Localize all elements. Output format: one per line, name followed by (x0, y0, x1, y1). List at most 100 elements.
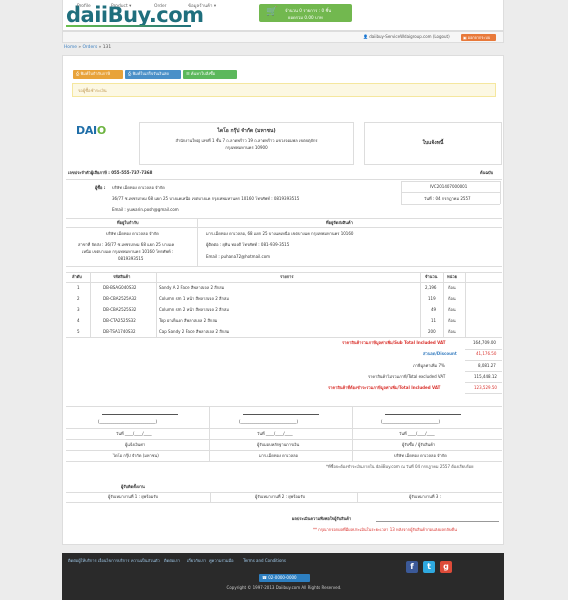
table-cell: 2 (77, 296, 80, 301)
table-cell: 11 (431, 318, 437, 323)
breadcrumb-home[interactable]: Home (64, 45, 77, 50)
table-cell: 49 (431, 307, 437, 312)
sign-date: วันที่ ____/____/____ (399, 431, 435, 436)
nav-product[interactable]: Product ▾ (111, 4, 131, 9)
invoice-date: วันที่ : 04 กรกฎาคม 2557 (424, 196, 471, 201)
table-cell: DB-TSA1740S32 (103, 329, 136, 334)
user-account[interactable]: 👤 daiibuy-ServiceWdaigroup.com (Logout) (363, 34, 450, 40)
table-cell: ก้อน (448, 307, 456, 312)
evaluation-label: ผลประเมินความพึงพอใจผู้รับสินค้า (292, 516, 352, 521)
nav-order[interactable]: Order (154, 4, 166, 9)
table-cell: 200 (428, 329, 436, 334)
sign-party: ไดโอ กรุ๊ป จำกัด (มหาชน) (113, 453, 159, 458)
table-cell: Top ฝาเห็นงก สีพลาสเจล 2 สีกล่ม (159, 318, 218, 323)
customer-address: 36/77 ซ.เพชรเกษม 68 แยก 25 บางแคเหนือ เข… (112, 196, 300, 201)
signature-bracket: (____________________________) (239, 419, 299, 424)
document-title: ใบแจ้งหนี้ (422, 140, 444, 146)
phone-number: 02-0000-0000 (268, 575, 297, 580)
footer-link[interactable]: คู่ความร่วมมือ (209, 558, 234, 564)
col-item: รายการ (280, 274, 294, 279)
footer-link[interactable]: ความเป็นส่วนตัว (131, 558, 160, 564)
table-cell: ก้อน (448, 285, 456, 290)
table-cell: DB-CBA2525A32 (103, 296, 137, 301)
billing-name: บริษัท เม็ดทอง ดาเวลลอ จำกัด (106, 231, 159, 236)
shipping-email: Email : puhana72@hotmail.com (206, 254, 271, 259)
table-cell: 2,196 (425, 285, 437, 290)
nav-profile[interactable]: Profile (77, 4, 91, 9)
total-value: 115,448.12 (474, 374, 497, 379)
footer-link[interactable]: เกี่ยวกับเรา (187, 558, 206, 564)
col-sku: รหัสสินค้า (113, 274, 131, 279)
grand-total-label: ราคาสินค้าที่ต้องชำระรวมภาษีมูลค่าเพิ่ม/… (328, 385, 441, 390)
cart-summary-button[interactable]: 🛒 จำนวน 0 รายการ : 0 ชิ้น ยอดรวม 0.00 บา… (259, 4, 352, 22)
footer-link[interactable]: ติดต่อผู้ให้บริการ (68, 558, 97, 564)
discount-label: ส่วนลด/Discount (423, 351, 457, 356)
original-label: ต้นฉบับ (480, 170, 494, 175)
table-cell: 119 (428, 296, 436, 301)
nav-shop-info[interactable]: ข้อมูลร้านค้า ▾ (188, 4, 216, 9)
invoice-number: IVC201407000001 (430, 184, 468, 189)
print-receipt-button[interactable]: ⎙ พิมพ์ใบเสร็จรับเงินสด (125, 70, 181, 79)
shipping-address: มาร.เม็ดทอง ดาเวลลอ, 68 แยก 25 บางแคเหนื… (206, 231, 354, 236)
sign-date: วันที่ ____/____/____ (116, 431, 152, 436)
cart-total: ยอดรวม 0.00 บาท (288, 15, 323, 20)
breadcrumb-orders[interactable]: Orders (82, 45, 97, 50)
company-info-box: ไดโอ กรุ๊ป จำกัด (มหาชน) สำนักงานใหญ่ เล… (139, 122, 354, 165)
sign-party: มาร.เม็ดทอง ดาเวลลอ (259, 453, 298, 458)
customer-name: บริษัท เม็ดทอง ดาเวลลอ จำกัด (112, 185, 165, 190)
col-unit: หน่วย (447, 274, 457, 279)
footer-link[interactable]: Terms and Conditions (243, 558, 286, 564)
breadcrumb-sep: » (78, 45, 82, 50)
billing-phone: 0819393515 (118, 256, 144, 261)
google-plus-icon[interactable]: g (440, 561, 452, 573)
signature-bracket: (____________________________) (381, 419, 441, 424)
status-notice: รอผู้ซื้อชำระเงิน (72, 83, 496, 97)
logo-underline (66, 25, 191, 27)
vat-label: ภาษีมูลค่าเพิ่ม 7% (413, 363, 445, 368)
customer-label: ผู้ซื้อ : (95, 185, 106, 190)
breadcrumb-current: 131 (102, 45, 112, 50)
document-type-box: ใบแจ้งหนี้ (364, 122, 502, 165)
phone-button[interactable]: ☎ 02-0000-0000 (259, 574, 310, 582)
discount-value: 41,176.50 (476, 351, 497, 356)
table-cell: Cap Sandy 2 Face สีพลาสเจล 2 สีกล่ม (159, 329, 230, 334)
footer-link[interactable]: ติดต่อเรา (164, 558, 180, 564)
search-orders-button[interactable]: ☰ ค้นหาใบสั่งซื้อ (183, 70, 237, 79)
installer-2: ผู้รับเหมางานที่ 2 : ยุพร้อมรับ (255, 494, 306, 499)
search-label: ค้นหาใบสั่งซื้อ (190, 71, 216, 76)
table-cell: ก้อน (448, 296, 456, 301)
cart-icon: 🛒 (266, 7, 278, 17)
company-name: ไดโอ กรุ๊ป จำกัด (มหาชน) (217, 128, 276, 134)
print-tax-invoice-button[interactable]: ⎙ พิมพ์ใบกำกับภาษี (73, 70, 123, 79)
table-cell: 4 (77, 318, 80, 323)
breadcrumb-sep: » (98, 45, 102, 50)
installer-title: ผู้รับติดตั้งงาน (121, 484, 145, 489)
company-address: สำนักงานใหญ่ เลขที่ 1 ชั้น 7 ถ.ลาดพร้าว … (175, 138, 318, 143)
col-no: ลำดับ (72, 274, 82, 279)
twitter-icon[interactable]: t (423, 561, 435, 573)
payment-note: *ที่ซื้อจะต้องชำระเงินภายใน daiiBuy.com … (326, 464, 474, 469)
sign-party: บริษัท เม็ดทอง ดาเวลลอ จำกัด (394, 453, 447, 458)
footer-link[interactable]: เงื่อนไขการบริการ (98, 558, 130, 564)
subtotal-value: 164,709.00 (473, 340, 496, 345)
table-cell: DB-CTA2525S32 (103, 318, 136, 323)
print2-label: พิมพ์ใบเสร็จรับเงินสด (132, 71, 169, 76)
logout-label: ออกจากระบบ (467, 34, 491, 40)
col-qty: จำนวน (425, 274, 438, 279)
print-label: พิมพ์ใบกำกับภาษี (80, 71, 111, 76)
company-logo: DAIO (76, 124, 106, 137)
table-cell: ก้อน (448, 318, 456, 323)
table-cell: Column sm 2 หน้า สีพลาสเจล 2 สีกล่ม (159, 307, 229, 312)
table-cell: Sandy A 2 Face สีพลาสเจล 2 สีกล่ม (159, 285, 225, 290)
billing-title: ที่อยู่ใบกำกับ (117, 220, 139, 225)
seller-tax-id: เลขประจำตัวผู้เสียภาษี : 055-555-737-736… (68, 170, 153, 175)
sign-date: วันที่ ____/____/____ (257, 431, 293, 436)
billing-address: สาขาที่ จัดส่ง : 36/77 ซ.เพชรเกษม 68 แยก… (78, 242, 175, 247)
table-cell: 1 (77, 285, 80, 290)
grand-total-value: 123,529.50 (474, 385, 497, 390)
vat-value: 8,081.27 (478, 363, 496, 368)
logout-button[interactable]: ▣ ออกจากระบบ (461, 34, 496, 41)
subtotal-label: ราคาสินค้ารวมภาษีมูลค่าเพิ่ม/Sub Total I… (342, 340, 446, 345)
facebook-icon[interactable]: f (406, 561, 418, 573)
table-cell: Column sm 1 หน้า สีพลาสเจล 2 สีกล่ม (159, 296, 229, 301)
